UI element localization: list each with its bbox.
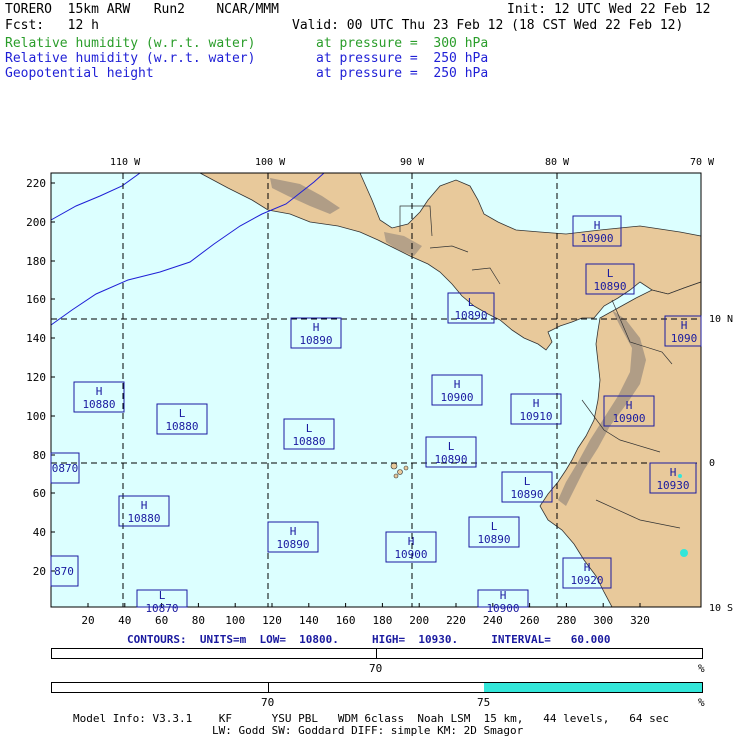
center-type-label: L <box>179 407 186 420</box>
x-tick-label: 20 <box>81 614 94 627</box>
lat-label-10n: 10 N <box>709 314 733 325</box>
weather-map: 110 W 100 W 90 W 80 W 70 W 10 N 0 10 S 2… <box>26 157 733 627</box>
x-tick-label: 300 <box>593 614 613 627</box>
lon-label-70w: 70 W <box>690 157 715 168</box>
lon-label-80w: 80 W <box>545 157 570 168</box>
colorbar-rh-300-label: 70 <box>369 662 383 675</box>
center-value-label: 10900 <box>580 232 613 245</box>
center-value-label: 10890 <box>299 334 332 347</box>
y-tick-label: 60 <box>33 487 46 500</box>
center-value-label: 0870 <box>52 462 79 475</box>
center-value-label: 10900 <box>612 412 645 425</box>
center-type-label: H <box>594 219 601 232</box>
x-tick-label: 40 <box>118 614 131 627</box>
colorbar-rh-250-label-70: 70 <box>261 696 275 709</box>
y-tick-label: 160 <box>26 293 46 306</box>
x-tick-label: 200 <box>409 614 429 627</box>
center-value-label: 10880 <box>292 435 325 448</box>
x-tick-label: 80 <box>192 614 205 627</box>
center-type-label: L <box>524 475 531 488</box>
rh-marker-cyan-2 <box>678 474 682 478</box>
colorbar-rh-300 <box>51 648 703 659</box>
x-tick-label: 320 <box>630 614 650 627</box>
center-value-label: 10890 <box>276 538 309 551</box>
x-tick-label: 100 <box>225 614 245 627</box>
center-value-label: 10870 <box>145 602 178 615</box>
center-type-label: L <box>468 296 475 309</box>
center-value-label: 10880 <box>82 398 115 411</box>
rh-marker-cyan <box>680 549 688 557</box>
y-tick-label: 200 <box>26 216 46 229</box>
center-value-label: 10900 <box>440 391 473 404</box>
center-type-label: H <box>681 319 688 332</box>
y-tick-label: 20 <box>33 565 46 578</box>
model-info-line2: LW: Godd SW: Goddard DIFF: simple KM: 2D… <box>212 724 524 737</box>
center-type-label: L <box>491 520 498 533</box>
x-tick-label: 160 <box>336 614 356 627</box>
colorbar-rh-300-tick <box>376 649 377 658</box>
colorbar-rh-300-unit: % <box>698 662 705 675</box>
center-type-label: H <box>408 535 415 548</box>
center-type-label: H <box>670 466 677 479</box>
center-type-label: H <box>533 397 540 410</box>
center-type-label: H <box>626 399 633 412</box>
center-value-label: 10920 <box>570 574 603 587</box>
center-value-label: 10890 <box>434 453 467 466</box>
center-type-label: H <box>500 589 507 602</box>
y-tick-label: 180 <box>26 255 46 268</box>
x-tick-label: 280 <box>556 614 576 627</box>
y-tick-label: 40 <box>33 526 46 539</box>
center-value-label: 10900 <box>486 602 519 615</box>
lon-label-100w: 100 W <box>255 157 286 168</box>
y-tick-label: 80 <box>33 449 46 462</box>
lon-label-90w: 90 W <box>400 157 425 168</box>
lat-label-10s: 10 S <box>709 603 733 614</box>
colorbar-rh-250-unit: % <box>698 696 705 709</box>
center-type-label: L <box>159 589 166 602</box>
center-type-label: L <box>306 422 313 435</box>
y-tick-label: 120 <box>26 371 46 384</box>
colorbar-rh-250 <box>51 682 703 693</box>
contour-info: CONTOURS: UNITS=m LOW= 10800. HIGH= 1093… <box>127 633 611 646</box>
x-tick-label: 240 <box>483 614 503 627</box>
right-axis: 10 N 0 10 S <box>709 314 733 614</box>
x-tick-label: 60 <box>155 614 168 627</box>
y-tick-label: 140 <box>26 332 46 345</box>
x-tick-label: 180 <box>372 614 392 627</box>
x-tick-label: 220 <box>446 614 466 627</box>
center-value-label: 1090 <box>671 332 698 345</box>
x-tick-label: 120 <box>262 614 282 627</box>
center-value-label: 10890 <box>593 280 626 293</box>
colorbar-rh-250-label-75: 75 <box>477 696 491 709</box>
center-value-label: 10880 <box>165 420 198 433</box>
center-value-label: 10900 <box>394 548 427 561</box>
center-type-label: H <box>313 321 320 334</box>
center-value-label: 870 <box>54 565 74 578</box>
center-type-label: H <box>454 378 461 391</box>
lon-label-110w: 110 W <box>110 157 141 168</box>
colorbar-rh-250-tick-70 <box>268 683 269 692</box>
lat-label-0: 0 <box>709 458 715 469</box>
x-tick-label: 260 <box>520 614 540 627</box>
x-tick-label: 140 <box>299 614 319 627</box>
center-type-label: H <box>290 525 297 538</box>
center-value-label: 10890 <box>454 309 487 322</box>
center-type-label: H <box>141 499 148 512</box>
center-type-label: L <box>607 267 614 280</box>
y-tick-label: 100 <box>26 410 46 423</box>
center-type-label: H <box>584 561 591 574</box>
center-type-label: H <box>96 385 103 398</box>
center-value-label: 10930 <box>656 479 689 492</box>
model-info-line1: Model Info: V3.3.1 KF YSU PBL WDM 6class… <box>73 712 670 725</box>
center-value-label: 10890 <box>477 533 510 546</box>
center-value-label: 10910 <box>519 410 552 423</box>
top-axis: 110 W 100 W 90 W 80 W 70 W <box>110 157 715 168</box>
colorbar-rh-250-fill <box>484 683 702 692</box>
center-value-label: 10890 <box>510 488 543 501</box>
center-type-label: L <box>448 440 455 453</box>
center-value-label: 10880 <box>127 512 160 525</box>
y-tick-label: 220 <box>26 177 46 190</box>
